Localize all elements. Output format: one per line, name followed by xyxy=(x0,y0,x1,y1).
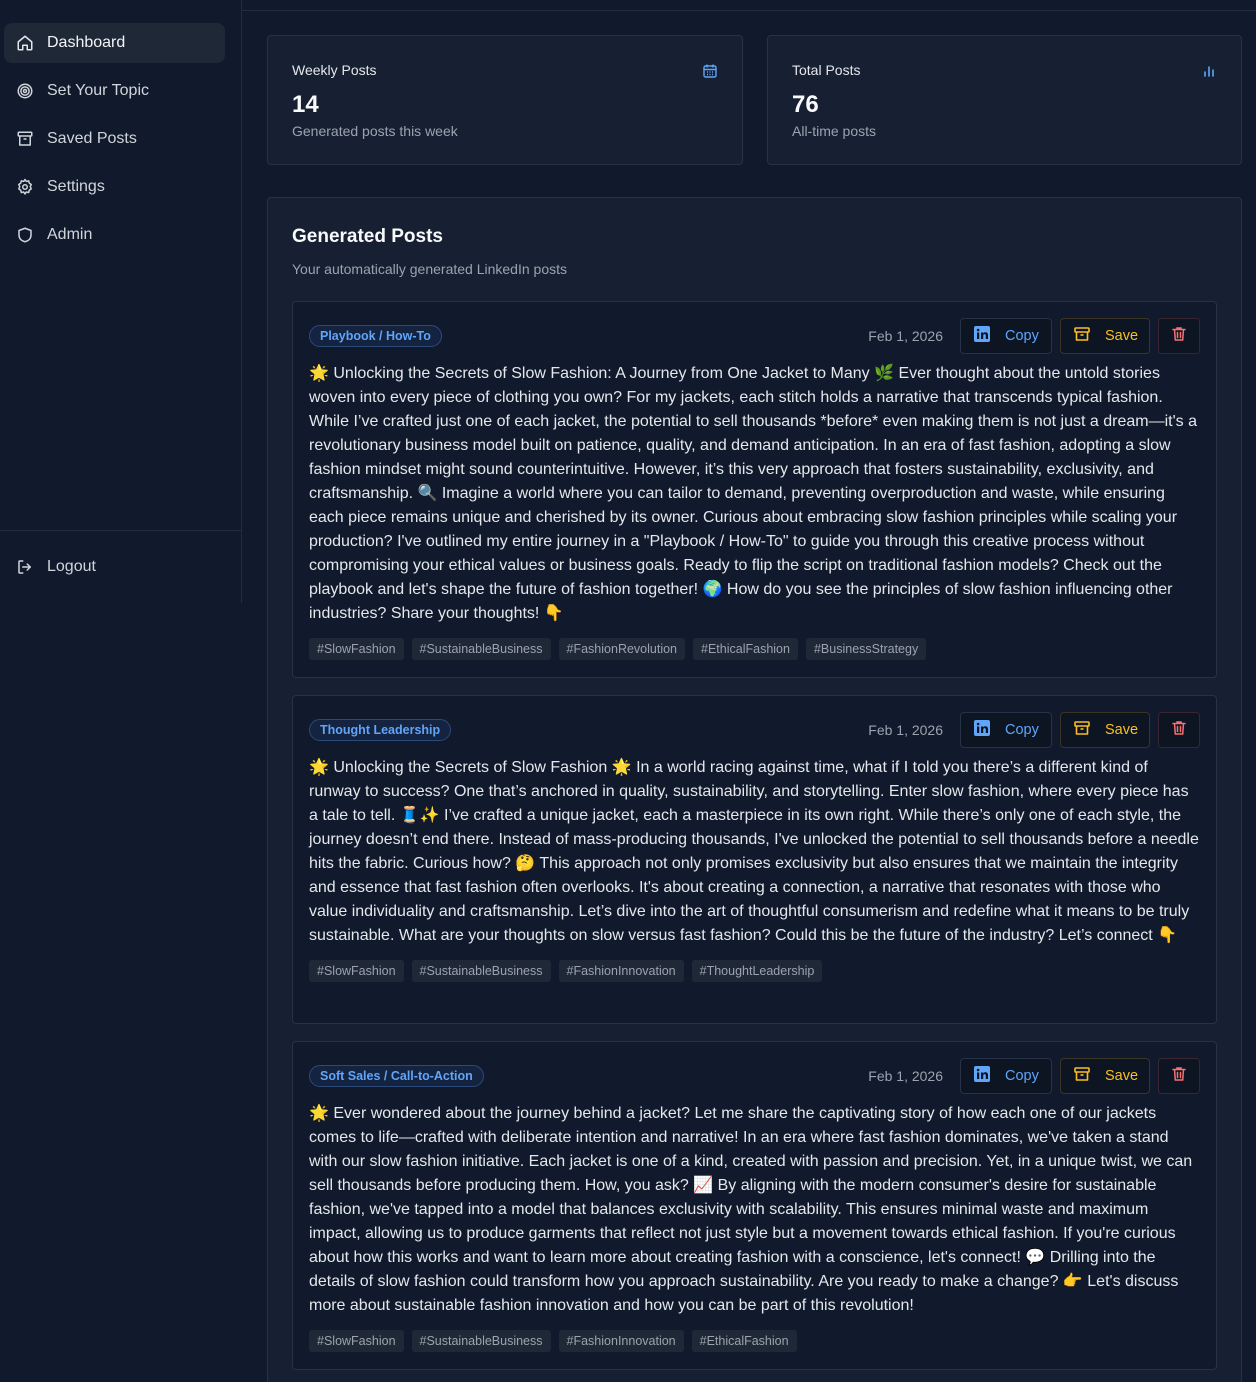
linkedin-icon xyxy=(973,325,991,347)
post-category-badge: Playbook / How-To xyxy=(309,325,442,347)
post-date: Feb 1, 2026 xyxy=(868,1068,943,1084)
copy-label: Copy xyxy=(1005,328,1039,344)
delete-button[interactable] xyxy=(1158,1058,1200,1094)
archive-icon xyxy=(1073,719,1091,741)
copy-button[interactable]: Copy xyxy=(960,1058,1052,1094)
logout-icon xyxy=(16,558,34,576)
post-card: Soft Sales / Call-to-Action Feb 1, 2026 … xyxy=(292,1041,1217,1370)
calendar-icon xyxy=(702,63,718,79)
panel-title: Generated Posts xyxy=(292,226,443,247)
hashtag: #SustainableBusiness xyxy=(411,960,551,982)
archive-icon xyxy=(1073,325,1091,347)
post-header: Soft Sales / Call-to-Action Feb 1, 2026 … xyxy=(309,1058,1200,1094)
hashtag-list: #SlowFashion #SustainableBusiness #Fashi… xyxy=(309,1330,1200,1352)
sidebar-item-saved-posts[interactable]: Saved Posts xyxy=(4,119,225,159)
post-card: Playbook / How-To Feb 1, 2026 Copy Save … xyxy=(292,301,1217,678)
copy-label: Copy xyxy=(1005,1068,1039,1084)
hashtag: #FashionInnovation xyxy=(558,1330,684,1352)
shield-icon xyxy=(16,226,34,244)
stat-subtext: All-time posts xyxy=(792,123,877,139)
sidebar-item-admin[interactable]: Admin xyxy=(4,215,225,255)
post-body: 🌟 Unlocking the Secrets of Slow Fashion:… xyxy=(309,365,1197,622)
copy-label: Copy xyxy=(1005,722,1039,738)
post-category-badge: Thought Leadership xyxy=(309,719,452,741)
hashtag-list: #SlowFashion #SustainableBusiness #Fashi… xyxy=(309,638,1200,660)
post-category-badge: Soft Sales / Call-to-Action xyxy=(309,1065,484,1087)
post-date: Feb 1, 2026 xyxy=(868,328,943,344)
delete-button[interactable] xyxy=(1158,318,1200,354)
hashtag: #EthicalFashion xyxy=(691,1330,797,1352)
sidebar-item-label: Saved Posts xyxy=(47,130,137,147)
sidebar-nav: Dashboard Set Your Topic Saved Posts Set… xyxy=(0,0,241,255)
copy-button[interactable]: Copy xyxy=(960,318,1052,354)
post-body: 🌟 Ever wondered about the journey behind… xyxy=(309,1105,1193,1314)
sidebar-item-settings[interactable]: Settings xyxy=(4,167,225,207)
post-date: Feb 1, 2026 xyxy=(868,722,943,738)
hashtag: #ThoughtLeadership xyxy=(691,960,823,982)
stat-label: Total Posts xyxy=(792,62,861,78)
stat-value: 76 xyxy=(792,91,819,118)
logout-button[interactable]: Logout xyxy=(4,547,225,587)
archive-icon xyxy=(1073,1065,1091,1087)
linkedin-icon xyxy=(973,1065,991,1087)
panel-subtitle: Your automatically generated LinkedIn po… xyxy=(292,261,567,277)
hashtag: #BusinessStrategy xyxy=(805,638,927,660)
post-header: Thought Leadership Feb 1, 2026 Copy Save xyxy=(309,712,1200,748)
header-divider xyxy=(242,10,1256,11)
delete-button[interactable] xyxy=(1158,712,1200,748)
trash-icon xyxy=(1170,325,1188,347)
target-icon xyxy=(16,82,34,100)
hashtag: #SustainableBusiness xyxy=(411,638,551,660)
save-button[interactable]: Save xyxy=(1060,318,1150,354)
trash-icon xyxy=(1170,1065,1188,1087)
generated-posts-panel: Generated Posts Your automatically gener… xyxy=(267,197,1242,1382)
logout-label: Logout xyxy=(47,558,96,575)
sidebar-item-dashboard[interactable]: Dashboard xyxy=(4,23,225,63)
save-label: Save xyxy=(1105,328,1139,344)
sidebar-item-set-your-topic[interactable]: Set Your Topic xyxy=(4,71,225,111)
hashtag-list: #SlowFashion #SustainableBusiness #Fashi… xyxy=(309,960,1200,982)
hashtag: #SustainableBusiness xyxy=(411,1330,551,1352)
archive-icon xyxy=(16,130,34,148)
sidebar-item-label: Admin xyxy=(47,226,93,243)
stat-card-weekly-posts: Weekly Posts 14 Generated posts this wee… xyxy=(267,35,743,165)
sidebar-divider xyxy=(0,530,241,531)
save-button[interactable]: Save xyxy=(1060,712,1150,748)
sidebar-item-label: Set Your Topic xyxy=(47,82,150,99)
hashtag: #FashionInnovation xyxy=(558,960,684,982)
post-body: 🌟 Unlocking the Secrets of Slow Fashion … xyxy=(309,759,1199,944)
stat-subtext: Generated posts this week xyxy=(292,123,458,139)
trash-icon xyxy=(1170,719,1188,741)
sidebar-item-label: Settings xyxy=(47,178,105,195)
save-label: Save xyxy=(1105,722,1139,738)
stat-card-total-posts: Total Posts 76 All-time posts xyxy=(767,35,1242,165)
stat-value: 14 xyxy=(292,91,319,118)
bar-chart-icon xyxy=(1201,63,1217,79)
sidebar-item-label: Dashboard xyxy=(47,34,126,51)
save-label: Save xyxy=(1105,1068,1139,1084)
save-button[interactable]: Save xyxy=(1060,1058,1150,1094)
hashtag: #SlowFashion xyxy=(309,1330,404,1352)
stat-label: Weekly Posts xyxy=(292,62,377,78)
post-card: Thought Leadership Feb 1, 2026 Copy Save… xyxy=(292,695,1217,1024)
post-header: Playbook / How-To Feb 1, 2026 Copy Save xyxy=(309,318,1200,354)
hashtag: #FashionRevolution xyxy=(558,638,686,660)
home-icon xyxy=(16,34,34,52)
hashtag: #SlowFashion xyxy=(309,638,404,660)
linkedin-icon xyxy=(973,719,991,741)
gear-icon xyxy=(16,178,34,196)
copy-button[interactable]: Copy xyxy=(960,712,1052,748)
hashtag: #SlowFashion xyxy=(309,960,404,982)
hashtag: #EthicalFashion xyxy=(693,638,798,660)
sidebar: Dashboard Set Your Topic Saved Posts Set… xyxy=(0,0,242,603)
